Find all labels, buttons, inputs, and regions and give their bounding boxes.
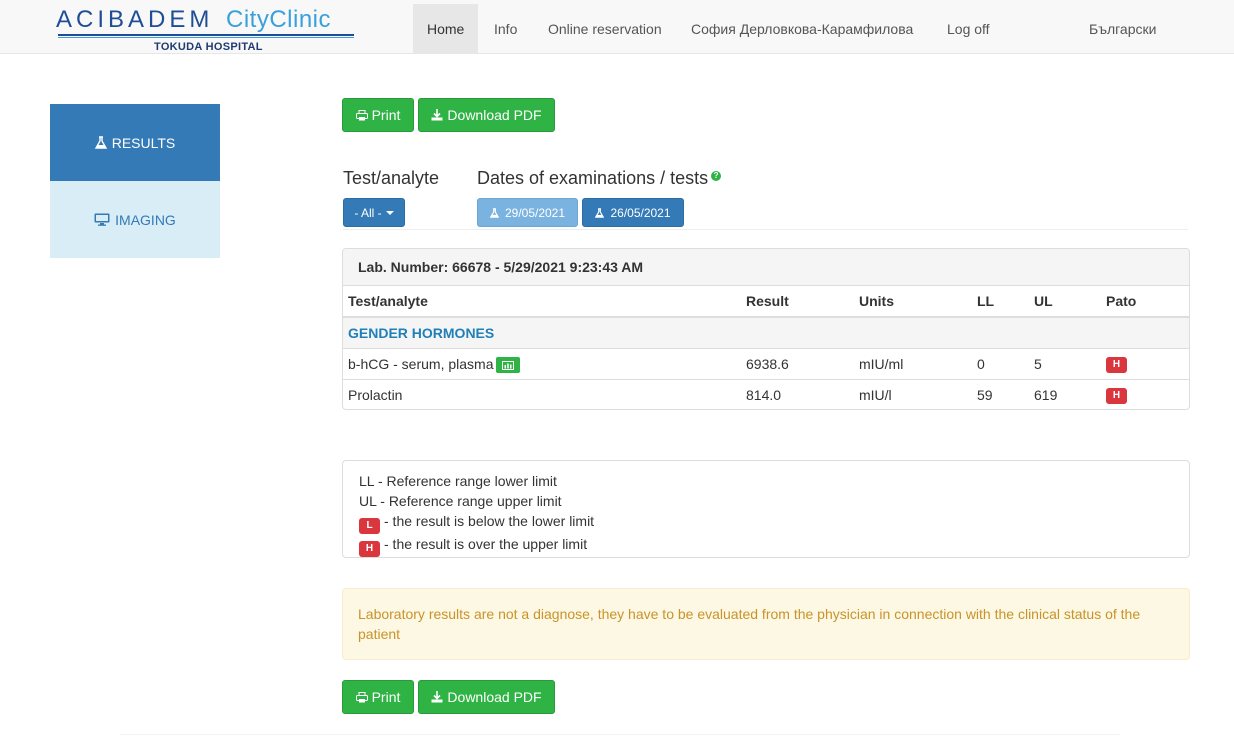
legend-ll: LL - Reference range lower limit — [359, 473, 557, 489]
date-filter-button[interactable]: 29/05/2021 — [477, 198, 578, 227]
sidebar-item-imaging[interactable]: IMAGING — [50, 181, 220, 258]
download-icon — [431, 109, 443, 121]
sidebar-item-label: RESULTS — [111, 134, 176, 151]
dates-title-text: Dates of examinations / tests — [477, 168, 709, 188]
analyte-cell: b-hCG - serum, plasma — [348, 349, 521, 380]
legend-low-text: - the result is below the lower limit — [384, 513, 595, 529]
table-header-row: Test/analyte Result Units LL UL Pato — [343, 286, 1189, 318]
monitor-icon — [94, 213, 110, 226]
column-header: UL — [1034, 293, 1053, 309]
analyte-name: b-hCG - serum, plasma — [348, 356, 494, 372]
disclaimer-alert: Laboratory results are not a diagnose, t… — [342, 588, 1190, 660]
ul-value: 619 — [1034, 387, 1058, 403]
group-row: GENDER HORMONES — [343, 318, 1189, 349]
result-value: 814.0 — [746, 387, 782, 403]
clinic-logo[interactable]: ACIBADEM CityClinic TOKUDA HOSPITAL — [56, 6, 356, 54]
units-value: mIU/l — [859, 387, 892, 403]
download-pdf-button-top[interactable]: Download PDF — [418, 98, 555, 132]
nav-language-switch[interactable]: Български — [1075, 4, 1170, 54]
analyte-name: Prolactin — [348, 387, 403, 403]
logo-acibadem-text: ACIBADEM — [56, 6, 214, 33]
date-filter-label: 29/05/2021 — [504, 205, 566, 220]
printer-icon — [355, 691, 368, 703]
chevron-down-icon — [385, 210, 394, 215]
date-filter-button[interactable]: 26/05/2021 — [582, 198, 684, 227]
column-header: Result — [746, 293, 789, 309]
table-row: b-hCG - serum, plasma 6938.6 mIU/ml 0 5 … — [343, 349, 1189, 380]
download-icon — [431, 691, 443, 703]
sidebar-item-label: IMAGING — [115, 211, 176, 228]
legend-low: L- the result is below the lower limit — [359, 511, 1173, 534]
help-icon[interactable]: ? — [711, 171, 722, 181]
divider — [343, 229, 1188, 230]
download-pdf-button-bottom[interactable]: Download PDF — [418, 680, 555, 714]
logo-divider — [58, 34, 354, 36]
table-row: Prolactin 814.0 mIU/l 59 619 H — [343, 380, 1189, 409]
download-label: Download PDF — [447, 689, 542, 705]
top-navbar: ACIBADEM CityClinic TOKUDA HOSPITAL Home… — [0, 0, 1234, 54]
nav-online-reservation[interactable]: Online reservation — [534, 4, 676, 54]
legend-high-text: - the result is over the upper limit — [384, 536, 588, 552]
nav-log-off[interactable]: Log off — [933, 4, 1004, 54]
dates-title: Dates of examinations / tests? — [477, 168, 722, 189]
chart-icon[interactable] — [496, 357, 521, 374]
ll-value: 0 — [977, 356, 985, 372]
logo-cityclinic-text: CityClinic — [226, 6, 332, 33]
test-analyte-title: Test/analyte — [343, 168, 440, 188]
analyte-filter-label: - All - — [354, 205, 382, 220]
flask-icon — [94, 136, 107, 149]
nav-user-name[interactable]: София Дерловкова-Карамфилова — [677, 4, 927, 54]
download-label: Download PDF — [447, 107, 542, 123]
column-header: Test/analyte — [348, 293, 428, 309]
high-flag-badge: H — [1106, 357, 1127, 374]
legend-box: LL - Reference range lower limit UL - Re… — [342, 460, 1190, 558]
high-flag-badge: H — [1106, 388, 1127, 405]
high-flag-badge: H — [359, 541, 380, 557]
flask-icon — [595, 207, 605, 218]
print-label: Print — [371, 689, 401, 705]
legend-high: H- the result is over the upper limit — [359, 534, 1173, 557]
print-label: Print — [371, 107, 401, 123]
ul-value: 5 — [1034, 356, 1042, 372]
column-header: Pato — [1106, 293, 1137, 309]
print-button-bottom[interactable]: Print — [342, 680, 414, 714]
low-flag-badge: L — [359, 518, 380, 534]
lab-number-heading: Lab. Number: 66678 - 5/29/2021 9:23:43 A… — [343, 249, 1189, 286]
nav-home[interactable]: Home — [413, 4, 479, 54]
nav-info[interactable]: Info — [480, 4, 531, 54]
logo-tagline: TOKUDA HOSPITAL — [154, 41, 263, 53]
analyte-filter-dropdown[interactable]: - All - — [343, 198, 405, 227]
units-value: mIU/ml — [859, 356, 904, 372]
lab-results-panel: Lab. Number: 66678 - 5/29/2021 9:23:43 A… — [342, 248, 1190, 410]
sidebar-item-results[interactable]: RESULTS — [50, 104, 220, 181]
footer-divider — [120, 734, 1120, 735]
flask-icon — [489, 207, 499, 218]
result-value: 6938.6 — [746, 356, 789, 372]
pato-cell: H — [1106, 380, 1127, 409]
legend-ul: UL - Reference range upper limit — [359, 493, 562, 509]
printer-icon — [355, 109, 368, 121]
logo-divider-accent — [58, 37, 354, 38]
print-button-top[interactable]: Print — [342, 98, 414, 132]
column-header: LL — [977, 293, 995, 309]
date-filter-label: 26/05/2021 — [610, 205, 671, 220]
group-label: GENDER HORMONES — [348, 325, 495, 341]
ll-value: 59 — [977, 387, 993, 403]
pato-cell: H — [1106, 349, 1127, 380]
column-header: Units — [859, 293, 894, 309]
